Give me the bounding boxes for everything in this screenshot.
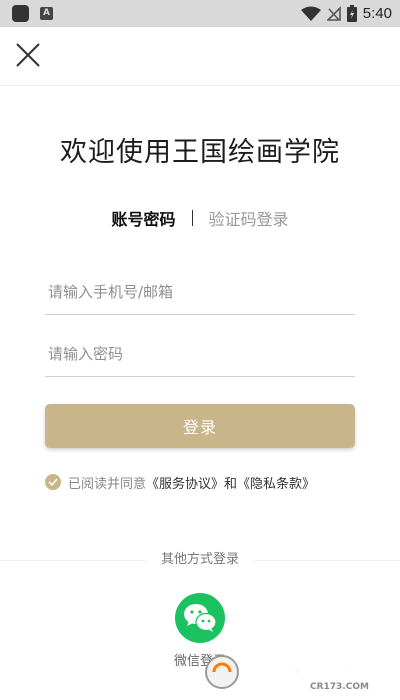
wechat-login-button[interactable] — [175, 593, 225, 643]
service-agreement-link[interactable]: 《服务协议》 — [146, 473, 224, 492]
agreement-prefix: 已阅读并同意 — [68, 476, 147, 492]
no-signal-icon — [326, 5, 341, 21]
password-input[interactable] — [45, 334, 358, 374]
watermark-logo: 西西软件园 CR173.COM — [205, 655, 369, 692]
other-login-label: 其他方式登录 — [145, 550, 255, 570]
login-tabs: 账号密码 验证码登录 — [0, 206, 400, 230]
status-bar: A 5:40 — [0, 0, 400, 27]
svg-text:西西软件园: 西西软件园 — [242, 658, 347, 682]
tab-verification-code[interactable]: 验证码登录 — [209, 206, 289, 230]
phone-field — [45, 272, 358, 315]
check-icon — [48, 478, 58, 486]
status-time: 5:40 — [362, 5, 392, 22]
agreement-and: 和 — [224, 476, 238, 492]
agree-checkbox[interactable] — [45, 474, 61, 490]
phone-input[interactable] — [45, 272, 358, 312]
svg-text:CR173.COM: CR173.COM — [310, 682, 369, 692]
close-icon — [16, 43, 40, 67]
privacy-terms-link[interactable]: 《隐私条款》 — [237, 473, 315, 492]
wechat-icon — [184, 604, 217, 632]
tab-account-password[interactable]: 账号密码 — [111, 206, 175, 230]
page-title: 欢迎使用王国绘画学院 — [60, 137, 340, 168]
status-icons: 5:40 — [300, 0, 392, 27]
close-button[interactable] — [10, 37, 46, 73]
password-field — [45, 334, 358, 377]
top-bar — [0, 27, 400, 86]
agreement-row: 已阅读并同意 《服务协议》 和 《隐私条款》 — [45, 471, 315, 493]
login-button[interactable]: 登录 — [45, 404, 355, 448]
tab-divider — [191, 210, 193, 226]
keyboard-a-icon: A — [40, 7, 53, 20]
app-square-icon — [12, 5, 29, 22]
battery-icon — [346, 5, 357, 22]
wifi-icon — [300, 6, 321, 21]
